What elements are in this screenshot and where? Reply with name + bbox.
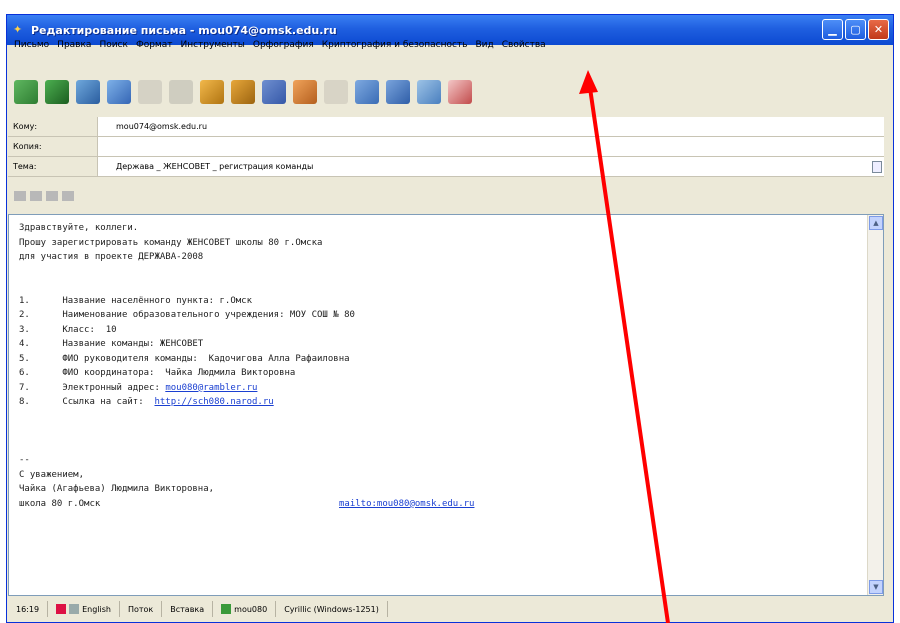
subject-scroll-icon[interactable] [872,160,882,173]
menu-item-search[interactable]: Поиск [99,40,128,50]
status-insert: Вставка [162,601,214,617]
body-line-text: 5. ФИО руководителя команды: Кадочигова … [19,353,350,364]
header-fields: Кому: mou074@omsk.edu.ru Копия: Тема: Де… [8,117,884,177]
address-book-icon[interactable] [76,80,100,104]
menu-item-edit[interactable]: Правка [57,40,91,50]
status-encoding: Cyrillic (Windows-1251) [276,601,388,617]
site-link[interactable]: http://sch080.narod.ru [154,397,273,407]
body-line-text: 3. Класс: 10 [19,324,117,335]
maximize-icon[interactable]: ▢ [845,19,866,40]
body-line [19,424,859,439]
menu-bar: Письмо Правка Поиск Формат Инструменты О… [14,34,546,56]
body-line [19,265,859,280]
status-language: English [48,601,120,617]
mailto-link[interactable]: mailto:mou080@omsk.edu.ru [339,497,474,512]
cc-label: Копия: [8,137,98,156]
body-line: Чайка (Агафьева) Людмила Викторовна, [19,482,859,497]
scissors-icon[interactable] [169,80,193,104]
body-line [19,439,859,454]
to-field[interactable]: mou074@omsk.edu.ru [98,122,884,131]
body-line: С уважением, [19,468,859,483]
lang-icon [69,604,80,614]
file-icon[interactable] [386,80,410,104]
email-link[interactable]: mou080@rambler.ru [165,383,257,393]
template-icon[interactable] [324,80,348,104]
body-line: 7. Электронный адрес: mou080@rambler.ru [19,381,859,396]
status-bar: 16:19 English Поток Вставка mou080 Cyril… [8,598,884,620]
encrypt-icon[interactable] [262,80,286,104]
close-icon[interactable]: ✕ [868,19,889,40]
status-language-label: English [82,604,111,614]
body-line-text: 6. ФИО координатора: Чайка Людмила Викто… [19,368,296,378]
align-justify-icon[interactable] [62,191,74,201]
body-line: 4. Название команды: ЖЕНСОВЕТ [19,337,859,352]
send-icon[interactable] [14,80,38,104]
body-line: 5. ФИО руководителя команды: Кадочигова … [19,352,859,367]
body-line: школа 80 г.Омск mailto:mou080@omsk.edu.ru [19,497,859,512]
body-line [19,410,859,425]
body-line: 2. Наименование образовательного учрежде… [19,308,859,323]
scroll-up-icon[interactable]: ▲ [869,216,883,230]
cut-icon[interactable] [138,80,162,104]
body-line-text: 7. Электронный адрес: [19,382,166,393]
body-line: 1. Название населённого пункта: г.Омск [19,294,859,309]
body-line-text: для участия в проекте ДЕРЖАВА-2008 [19,252,204,262]
body-line-text: Здравствуйте, коллеги. [19,223,139,233]
body-line-text: 1. Название населённого пункта: г.Омск [19,295,252,306]
options-icon[interactable] [448,80,472,104]
paste-icon[interactable] [231,80,255,104]
body-line-text: 8. Ссылка на сайт: [19,397,155,407]
to-label: Кому: [8,117,98,136]
format-bar [8,185,884,207]
body-line: 8. Ссылка на сайт: http://sch080.narod.r… [19,395,859,410]
align-right-icon[interactable] [46,191,58,201]
align-left-icon[interactable] [14,191,26,201]
status-user-label: mou080 [234,604,268,614]
body-line: Прошу зарегистрировать команду ЖЕНСОВЕТ … [19,236,859,251]
menu-item-spelling[interactable]: Орфография [253,40,314,50]
status-stream: Поток [120,601,163,617]
status-time: 16:19 [8,601,49,617]
menu-item-format[interactable]: Формат [136,40,173,50]
subject-field[interactable]: Держава _ ЖЕНСОВЕТ _ регистрация команды [98,162,872,171]
subject-row: Тема: Держава _ ЖЕНСОВЕТ _ регистрация к… [8,157,884,177]
menu-item-tools[interactable]: Инструменты [180,40,244,50]
to-row: Кому: mou074@omsk.edu.ru [8,117,884,137]
body-line-text: -- [19,455,30,465]
body-line: для участия в проекте ДЕРЖАВА-2008 [19,250,859,265]
body-line-text: С уважением, [19,469,85,480]
menu-item-view[interactable]: Вид [475,40,493,50]
body-line: 6. ФИО координатора: Чайка Людмила Викто… [19,366,859,381]
menu-item-crypto[interactable]: Криптография и безопасность [322,40,468,50]
body-line: Здравствуйте, коллеги. [19,221,859,236]
attach-icon[interactable] [107,80,131,104]
message-body[interactable]: Здравствуйте, коллеги. Прошу зарегистриро… [8,214,884,596]
status-user: mou080 [213,601,277,617]
body-line: 3. Класс: 10 [19,323,859,338]
vertical-scrollbar[interactable]: ▲ ▼ [867,215,883,595]
body-line: -- [19,453,859,468]
menu-item-properties[interactable]: Свойства [502,40,546,50]
cc-row: Копия: [8,137,884,157]
insert-icon[interactable] [355,80,379,104]
subject-label: Тема: [8,157,98,176]
body-line-text: 2. Наименование образовательного учрежде… [19,310,355,320]
send-later-icon[interactable] [45,80,69,104]
sign-icon[interactable] [293,80,317,104]
copy-icon[interactable] [200,80,224,104]
user-icon [221,604,232,614]
body-line-text: Чайка (Агафьева) Людмила Викторовна, [19,484,215,494]
minimize-icon[interactable]: ▁ [822,19,843,40]
spell-icon[interactable] [417,80,441,104]
align-center-icon[interactable] [30,191,42,201]
keyboard-icon [56,604,67,614]
body-line-text: школа 80 г.Омск [19,498,101,509]
body-line-text: Прошу зарегистрировать команду ЖЕНСОВЕТ … [19,237,323,248]
menu-item-letter[interactable]: Письмо [14,40,49,50]
body-line [19,279,859,294]
message-text[interactable]: Здравствуйте, коллеги. Прошу зарегистриро… [19,221,859,511]
toolbar [14,72,472,112]
scroll-down-icon[interactable]: ▼ [869,580,883,594]
body-line-text: 4. Название команды: ЖЕНСОВЕТ [19,339,204,349]
